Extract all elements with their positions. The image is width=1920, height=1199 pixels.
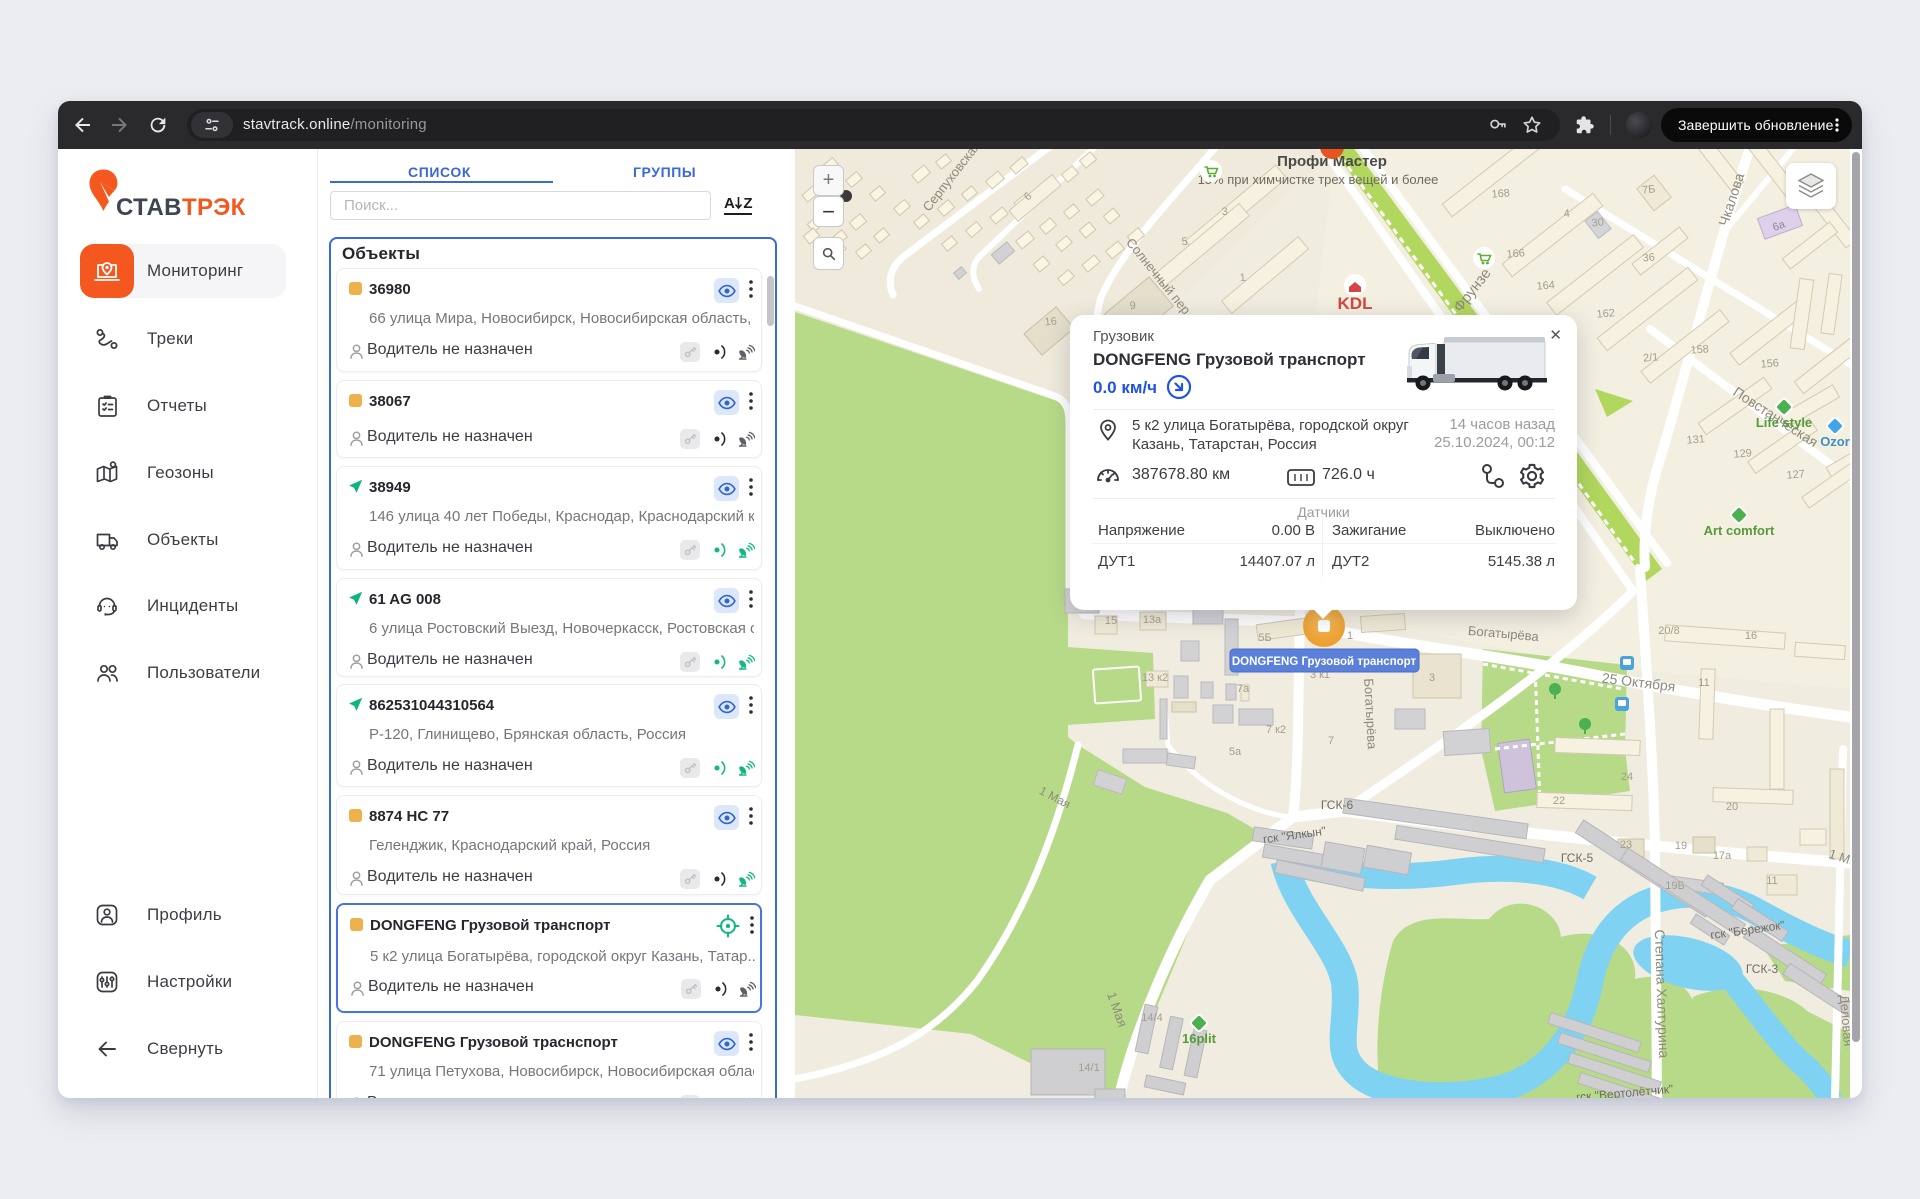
- svg-text:23: 23: [1620, 839, 1632, 851]
- svg-text:5: 5: [1181, 236, 1188, 248]
- svg-text:36: 36: [1642, 252, 1655, 265]
- svg-text:16plit: 16plit: [1182, 1031, 1217, 1046]
- svg-text:22: 22: [1553, 795, 1565, 807]
- svg-text:164: 164: [1536, 279, 1555, 293]
- svg-text:14/1: 14/1: [1078, 1062, 1099, 1074]
- svg-text:16: 16: [1745, 630, 1757, 642]
- svg-text:131: 131: [1686, 433, 1705, 447]
- svg-text:СТАВ: СТАВ: [116, 194, 182, 221]
- svg-text:5а: 5а: [1229, 746, 1242, 758]
- svg-text:9: 9: [1129, 300, 1136, 312]
- svg-text:Art comfort: Art comfort: [1704, 523, 1775, 538]
- svg-text:ГСК-5: ГСК-5: [1561, 851, 1594, 865]
- svg-text:2/1: 2/1: [1643, 351, 1659, 364]
- svg-text:20: 20: [1726, 801, 1738, 813]
- svg-text:1: 1: [1239, 272, 1246, 284]
- svg-text:13а: 13а: [1143, 614, 1162, 626]
- svg-text:14/4: 14/4: [1141, 1012, 1162, 1024]
- svg-text:11: 11: [1698, 677, 1709, 689]
- svg-text:11: 11: [1766, 875, 1777, 887]
- svg-text:Life style: Life style: [1756, 415, 1812, 430]
- svg-text:4: 4: [1563, 208, 1570, 220]
- svg-text:5Б: 5Б: [1258, 632, 1271, 644]
- svg-text:Ozor: Ozor: [1820, 434, 1850, 449]
- svg-text:3: 3: [1429, 672, 1435, 684]
- svg-text:16: 16: [1044, 316, 1057, 329]
- svg-text:7а: 7а: [1237, 683, 1250, 695]
- svg-text:30: 30: [1591, 217, 1604, 230]
- svg-text:19Б: 19Б: [1665, 880, 1684, 892]
- svg-text:24: 24: [1621, 771, 1633, 783]
- svg-text:DONGFENG Грузовой транспорт: DONGFENG Грузовой транспорт: [1232, 656, 1417, 668]
- svg-text:1: 1: [1347, 630, 1353, 642]
- svg-text:7: 7: [1328, 735, 1334, 747]
- svg-text:156: 156: [1760, 357, 1779, 371]
- svg-text:3: 3: [1221, 206, 1228, 218]
- svg-text:168: 168: [1491, 187, 1510, 201]
- svg-text:7Б: 7Б: [1642, 183, 1656, 196]
- svg-text:15% при химчистке трех вещей и: 15% при химчистке трех вещей и более: [1198, 172, 1439, 187]
- svg-text:129: 129: [1733, 447, 1752, 461]
- svg-text:166: 166: [1506, 247, 1525, 261]
- svg-text:15: 15: [1105, 615, 1117, 627]
- svg-text:ГСК-3: ГСК-3: [1746, 962, 1779, 976]
- svg-text:19: 19: [1675, 840, 1687, 852]
- svg-text:17а: 17а: [1713, 850, 1732, 862]
- svg-text:13 к2: 13 к2: [1142, 672, 1168, 684]
- svg-text:158: 158: [1690, 343, 1709, 357]
- svg-text:KDL: KDL: [1338, 294, 1373, 313]
- svg-text:127: 127: [1786, 468, 1805, 482]
- svg-text:ТРЭК: ТРЭК: [182, 194, 246, 221]
- svg-text:ГСК-6: ГСК-6: [1321, 798, 1354, 812]
- svg-text:7 к2: 7 к2: [1266, 724, 1286, 736]
- svg-text:20/8: 20/8: [1658, 625, 1679, 637]
- svg-text:162: 162: [1596, 307, 1615, 321]
